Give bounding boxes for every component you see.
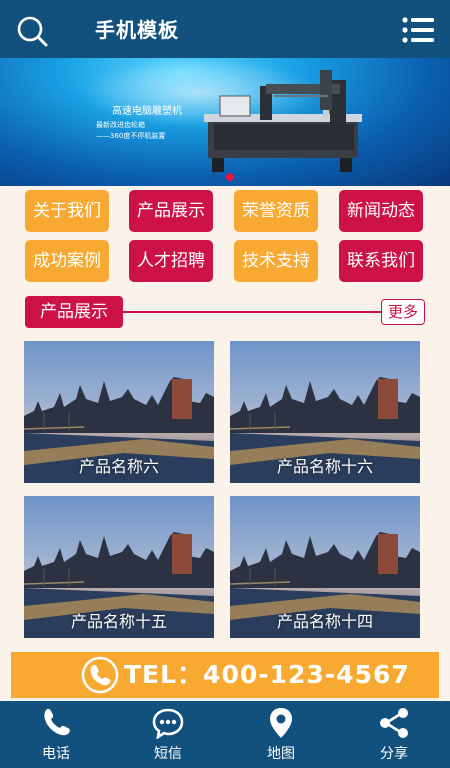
footer-map-label: 地图 bbox=[267, 746, 295, 762]
phone-icon bbox=[81, 656, 119, 694]
product-card[interactable]: 产品名称十六 bbox=[230, 341, 420, 483]
banner-headline: 高速电脑雕塑机 bbox=[112, 106, 182, 117]
bottom-nav: 电话 短信 地图 分享 bbox=[0, 701, 450, 768]
section-divider bbox=[123, 311, 381, 313]
footer-call-label: 电话 bbox=[42, 746, 70, 762]
banner-slider[interactable]: 高速电脑雕塑机 最新改进齿轮箱 ——360度不停机装置 bbox=[0, 58, 450, 186]
product-name: 产品名称十六 bbox=[276, 457, 373, 476]
message-icon bbox=[152, 708, 184, 739]
footer-share-label: 分享 bbox=[380, 746, 408, 762]
footer-sms[interactable]: 短信 bbox=[112, 701, 224, 768]
product-name: 产品名称六 bbox=[78, 457, 159, 476]
footer-map[interactable]: 地图 bbox=[225, 701, 337, 768]
product-card[interactable]: 产品名称六 bbox=[24, 341, 214, 483]
nav-support[interactable]: 技术支持 bbox=[234, 240, 318, 282]
slider-dots bbox=[210, 173, 234, 181]
slider-dot[interactable] bbox=[210, 173, 218, 181]
engraving-machine-image bbox=[204, 70, 362, 172]
tel-bar[interactable]: TEL：400-123-4567 bbox=[11, 652, 439, 698]
product-card[interactable]: 产品名称十五 bbox=[24, 496, 214, 638]
nav-about-us[interactable]: 关于我们 bbox=[25, 190, 109, 232]
banner-subline-1: 最新改进齿轮箱 bbox=[96, 121, 145, 129]
search-icon[interactable] bbox=[16, 15, 48, 47]
banner-subline-2: ——360度不停机装置 bbox=[96, 132, 166, 140]
page-title: 手机模板 bbox=[95, 18, 179, 42]
nav-cases[interactable]: 成功案例 bbox=[25, 240, 109, 282]
phone-icon bbox=[44, 708, 70, 736]
nav-products[interactable]: 产品展示 bbox=[129, 190, 213, 232]
product-name: 产品名称十五 bbox=[70, 612, 167, 631]
product-name: 产品名称十四 bbox=[276, 612, 373, 631]
nav-jobs[interactable]: 人才招聘 bbox=[129, 240, 213, 282]
menu-icon[interactable] bbox=[402, 17, 434, 43]
nav-contact[interactable]: 联系我们 bbox=[339, 240, 423, 282]
product-card[interactable]: 产品名称十四 bbox=[230, 496, 420, 638]
nav-news[interactable]: 新闻动态 bbox=[339, 190, 423, 232]
footer-sms-label: 短信 bbox=[154, 746, 182, 762]
more-button[interactable]: 更多 bbox=[381, 299, 425, 325]
slider-dot-active[interactable] bbox=[226, 173, 234, 181]
header-bar: 手机模板 bbox=[0, 0, 450, 58]
products-section-header: 产品展示 更多 bbox=[25, 296, 425, 328]
nav-honors[interactable]: 荣誉资质 bbox=[234, 190, 318, 232]
share-icon bbox=[380, 708, 408, 738]
section-title: 产品展示 bbox=[25, 296, 123, 328]
map-pin-icon bbox=[270, 708, 292, 738]
tel-number: TEL：400-123-4567 bbox=[124, 660, 410, 689]
footer-call[interactable]: 电话 bbox=[0, 701, 112, 768]
footer-share[interactable]: 分享 bbox=[338, 701, 450, 768]
